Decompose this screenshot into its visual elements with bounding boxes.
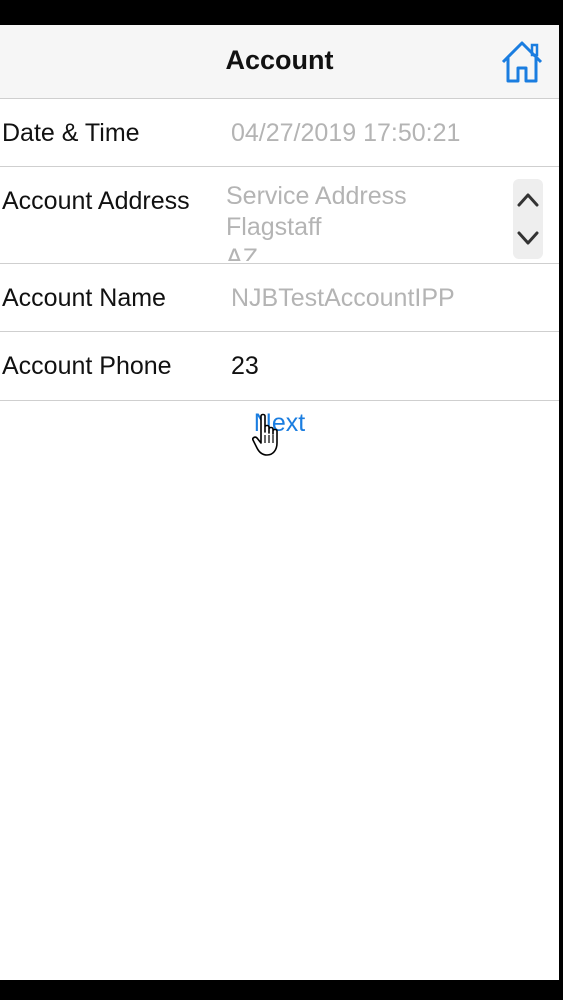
hand-cursor-icon xyxy=(252,413,278,456)
account-name-label: Account Name xyxy=(2,284,166,312)
page-title: Account xyxy=(225,45,334,75)
account-screen: Account Date & Time 04/27/2019 17:50:21 … xyxy=(0,25,559,980)
chevron-down-icon[interactable] xyxy=(513,219,543,259)
account-address-field[interactable]: Service Address Flagstaff AZ xyxy=(226,181,511,261)
address-line: AZ xyxy=(226,244,258,261)
account-phone-label: Account Phone xyxy=(2,352,172,380)
account-name-field[interactable]: NJBTestAccountIPP xyxy=(231,284,455,313)
chevron-up-icon[interactable] xyxy=(513,179,543,219)
account-address-label: Account Address xyxy=(2,187,190,215)
account-phone-row: Account Phone 23 xyxy=(0,332,559,401)
address-line: Flagstaff xyxy=(226,213,322,241)
date-time-field[interactable]: 04/27/2019 17:50:21 xyxy=(231,119,460,148)
app-header: Account xyxy=(0,25,559,99)
address-scroll-control[interactable] xyxy=(513,179,543,259)
address-line: Service Address xyxy=(226,182,407,210)
home-icon xyxy=(501,41,543,83)
account-address-row: Account Address Service Address Flagstaf… xyxy=(0,167,559,264)
account-phone-field[interactable]: 23 xyxy=(231,352,259,381)
date-time-label: Date & Time xyxy=(2,119,140,147)
date-time-row: Date & Time 04/27/2019 17:50:21 xyxy=(0,99,559,167)
account-name-row: Account Name NJBTestAccountIPP xyxy=(0,264,559,332)
home-button[interactable] xyxy=(499,39,545,85)
